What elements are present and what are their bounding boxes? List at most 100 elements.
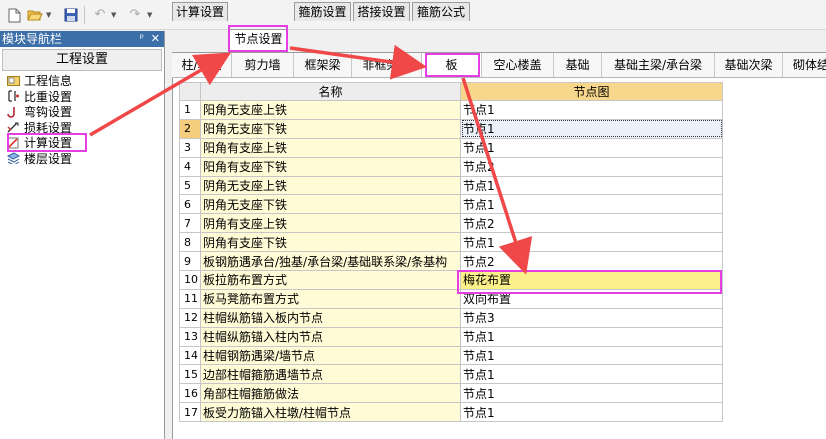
table-row[interactable]: 15 边部柱帽箍筋遇墙节点 节点1 xyxy=(179,364,723,385)
row-number: 4 xyxy=(179,156,201,177)
subtab-foundation[interactable]: 基础 xyxy=(554,53,602,77)
table-row[interactable]: 7 阴角有支座上铁 节点2 xyxy=(179,213,723,234)
save-icon[interactable] xyxy=(63,7,79,23)
subtab-shear-wall[interactable]: 剪力墙 xyxy=(232,53,294,77)
open-folder-icon[interactable] xyxy=(27,7,43,23)
table-row[interactable]: 8 阴角有支座下铁 节点1 xyxy=(179,232,723,253)
row-number: 9 xyxy=(179,251,201,272)
row-number: 13 xyxy=(179,326,201,347)
node-diagram-column-header[interactable]: 节点图 xyxy=(460,82,723,101)
row-name: 板马凳筋布置方式 xyxy=(200,288,461,309)
subtab-non-frame-beam[interactable]: 非框架梁 xyxy=(352,53,422,77)
row-number: 1 xyxy=(179,100,201,120)
row-name: 板受力筋锚入柱墩/柱帽节点 xyxy=(200,402,461,423)
row-value[interactable]: 节点1 xyxy=(460,364,723,385)
annotation-box-tie-bar-value xyxy=(457,270,722,294)
row-value[interactable]: 节点2 xyxy=(460,156,723,177)
row-name: 阳角有支座上铁 xyxy=(200,137,461,158)
loss-icon xyxy=(6,121,20,133)
tree-item-hook-settings[interactable]: 弯钩设置 xyxy=(6,104,72,120)
undo-icon[interactable]: ↶ xyxy=(92,7,108,23)
row-name: 阴角无支座下铁 xyxy=(200,194,461,215)
table-header-row: 名称 节点图 xyxy=(179,82,723,101)
tree-item-project-info[interactable]: 工程信息 xyxy=(6,73,72,89)
row-value[interactable]: 节点3 xyxy=(460,307,723,328)
project-settings-header[interactable]: 工程设置 xyxy=(2,49,162,71)
table-row[interactable]: 1 阳角无支座上铁 节点1 xyxy=(179,100,723,120)
tab-lap-settings[interactable]: 搭接设置 xyxy=(353,2,410,21)
annotation-box-calculation-settings xyxy=(7,133,87,152)
redo-icon[interactable]: ↷ xyxy=(127,7,143,23)
node-settings-grid-area: 名称 节点图 1 阳角无支座上铁 节点1 2 阳角无支座下铁 节点1 3 阳角有… xyxy=(172,78,826,439)
subtab-masonry[interactable]: 砌体结 xyxy=(783,53,826,77)
row-name: 板拉筋布置方式 xyxy=(200,270,461,290)
table-row[interactable]: 16 角部柱帽箍筋做法 节点1 xyxy=(179,383,723,404)
subtab-hollow-floor[interactable]: 空心楼盖 xyxy=(482,53,554,77)
row-number: 7 xyxy=(179,213,201,234)
undo-dropdown-icon[interactable]: ▼ xyxy=(111,11,116,19)
open-dropdown-icon[interactable]: ▼ xyxy=(46,11,51,19)
toolbar-separator xyxy=(84,6,85,24)
table-row[interactable]: 13 柱帽纵筋锚入柱内节点 节点1 xyxy=(179,326,723,347)
row-name: 柱帽钢筋遇梁/墙节点 xyxy=(200,345,461,366)
row-value[interactable]: 节点2 xyxy=(460,213,723,234)
row-name: 柱帽纵筋锚入柱内节点 xyxy=(200,326,461,347)
row-value[interactable]: 节点1 xyxy=(460,175,723,196)
row-number: 11 xyxy=(179,288,201,309)
table-row[interactable]: 9 板钢筋遇承台/独基/承台梁/基础联系梁/条基构 节点2 xyxy=(179,251,723,272)
table-row[interactable]: 5 阴角无支座上铁 节点1 xyxy=(179,175,723,196)
row-value[interactable]: 节点1 xyxy=(460,194,723,215)
row-value[interactable]: 节点1 xyxy=(460,100,723,120)
panel-title: 模块导航栏 ᵖ ✕ xyxy=(0,31,164,47)
table-row[interactable]: 12 柱帽纵筋锚入板内节点 节点3 xyxy=(179,307,723,328)
row-number: 3 xyxy=(179,137,201,158)
tree-item-weight-settings[interactable]: 比重设置 xyxy=(6,89,72,105)
annotation-box-slab-subtab xyxy=(425,53,480,77)
row-value[interactable]: 节点1 xyxy=(460,232,723,253)
panel-title-text: 模块导航栏 xyxy=(2,32,63,46)
subtab-column-wall-column[interactable]: 柱/墙柱 xyxy=(172,53,232,77)
tab-stirrup-formula[interactable]: 箍筋公式 xyxy=(412,2,470,21)
floor-icon xyxy=(6,152,20,165)
new-file-icon[interactable] xyxy=(6,7,22,23)
hook-icon xyxy=(6,106,20,118)
row-number: 5 xyxy=(179,175,201,196)
table-row[interactable]: 3 阳角有支座上铁 节点1 xyxy=(179,137,723,158)
row-number: 16 xyxy=(179,383,201,404)
name-column-header[interactable]: 名称 xyxy=(200,82,461,101)
subtab-foundation-secondary-beam[interactable]: 基础次梁 xyxy=(715,53,783,77)
row-number: 10 xyxy=(179,270,201,290)
tab-stirrup-settings[interactable]: 箍筋设置 xyxy=(294,2,351,21)
row-number: 12 xyxy=(179,307,201,328)
close-icon[interactable]: ✕ xyxy=(151,31,160,47)
subtab-foundation-main-beam[interactable]: 基础主梁/承台梁 xyxy=(602,53,715,77)
table-row[interactable]: 14 柱帽钢筋遇梁/墙节点 节点1 xyxy=(179,345,723,366)
row-name: 板钢筋遇承台/独基/承台梁/基础联系梁/条基构 xyxy=(200,251,461,272)
table-row[interactable]: 6 阴角无支座下铁 节点1 xyxy=(179,194,723,215)
redo-dropdown-icon[interactable]: ▼ xyxy=(147,11,152,19)
pin-icon[interactable]: ᵖ xyxy=(140,31,144,47)
tab-calculation-settings[interactable]: 计算设置 xyxy=(172,2,228,21)
row-value[interactable]: 节点1 xyxy=(460,345,723,366)
row-value[interactable]: 节点1 xyxy=(460,383,723,404)
tree-item-label: 工程信息 xyxy=(24,74,73,89)
row-number: 15 xyxy=(179,364,201,385)
module-navigation-panel: 模块导航栏 ᵖ ✕ 工程设置 工程信息 比重设置 弯钩设置 损耗设置 计算设置 … xyxy=(0,31,165,439)
row-value[interactable]: 节点1 xyxy=(460,326,723,347)
row-value[interactable]: 节点1 xyxy=(460,118,723,139)
table-row[interactable]: 2 阳角无支座下铁 节点1 xyxy=(179,118,723,139)
table-row[interactable]: 17 板受力筋锚入柱墩/柱帽节点 节点1 xyxy=(179,402,723,423)
component-subtabs: 柱/墙柱 剪力墙 框架梁 非框架梁 板 空心楼盖 基础 基础主梁/承台梁 基础次… xyxy=(172,52,826,78)
subtab-frame-beam[interactable]: 框架梁 xyxy=(294,53,352,77)
row-number: 14 xyxy=(179,345,201,366)
row-value[interactable]: 节点1 xyxy=(460,137,723,158)
table-row[interactable]: 4 阳角有支座下铁 节点2 xyxy=(179,156,723,177)
tree-item-floor-settings[interactable]: 楼层设置 xyxy=(6,151,72,167)
row-value[interactable]: 节点2 xyxy=(460,251,723,272)
row-value[interactable]: 节点1 xyxy=(460,402,723,423)
tree-item-label: 楼层设置 xyxy=(24,151,73,166)
row-name: 阴角无支座上铁 xyxy=(200,175,461,196)
tree-item-label: 弯钩设置 xyxy=(24,105,73,120)
tree-item-label: 比重设置 xyxy=(24,89,73,104)
row-name: 柱帽纵筋锚入板内节点 xyxy=(200,307,461,328)
